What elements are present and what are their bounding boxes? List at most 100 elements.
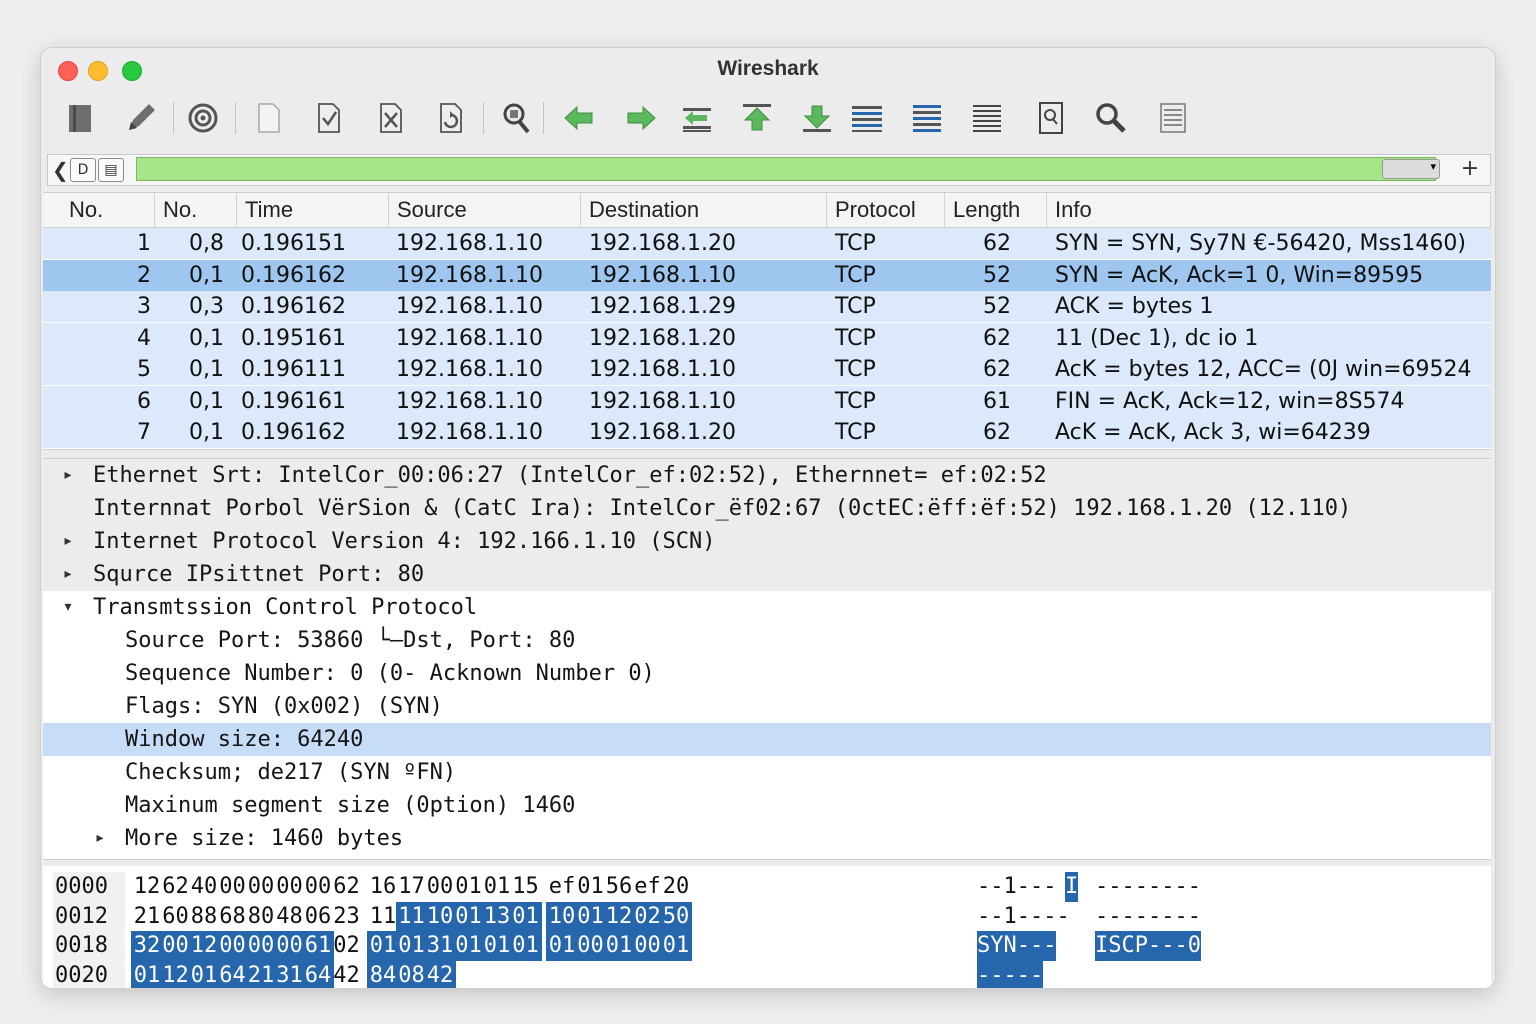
detail-row[interactable]: ▾ Transmtssion Control Protocol bbox=[43, 591, 1491, 624]
ascii-text[interactable]: -------- bbox=[1095, 902, 1201, 932]
ascii-text[interactable]: I bbox=[1065, 872, 1079, 902]
ascii-text[interactable]: --1--- bbox=[977, 872, 1056, 902]
hex-byte[interactable]: 01 bbox=[481, 931, 513, 961]
reload-icon[interactable] bbox=[431, 98, 471, 138]
hex-byte[interactable]: 12 bbox=[159, 960, 192, 988]
hex-byte[interactable]: ef bbox=[632, 872, 664, 902]
packet-row[interactable]: 4 0,1 0.195161 192.168.1.10 192.168.1.20 TCP 6… bbox=[43, 322, 1491, 354]
hex-byte[interactable]: 42 bbox=[331, 961, 363, 989]
hex-byte[interactable]: 60 bbox=[160, 902, 192, 932]
hex-byte[interactable]: 01 bbox=[481, 872, 513, 902]
packet-row[interactable]: 7 0,1 0.196162 192.168.1.10 192.168.1.20 TCP 6… bbox=[43, 417, 1491, 448]
hex-byte[interactable]: 21 bbox=[245, 960, 277, 988]
hex-byte[interactable]: 84 bbox=[367, 960, 399, 988]
hex-byte[interactable]: 06 bbox=[302, 902, 334, 932]
expanded-triangle-icon[interactable]: ▾ bbox=[59, 591, 77, 624]
save-icon[interactable] bbox=[309, 98, 349, 138]
packet-row[interactable]: 3 0,3 0.196162 192.168.1.10 192.168.1.29 TCP 5… bbox=[43, 291, 1491, 322]
hex-byte[interactable]: 00 bbox=[574, 931, 607, 961]
hex-byte[interactable]: 32 bbox=[131, 931, 163, 961]
column-header[interactable]: Info bbox=[1047, 193, 1491, 227]
column-header[interactable]: Protocol bbox=[827, 193, 945, 227]
capture-target-icon[interactable] bbox=[183, 98, 223, 138]
detail-row[interactable]: Checksum; de217 (SYN ºFN) bbox=[43, 756, 1491, 789]
detail-row[interactable]: Internnat Porbol VërSion & (CatC Ira): I… bbox=[43, 492, 1491, 525]
hex-byte[interactable]: 56 bbox=[603, 872, 635, 902]
column-header[interactable]: Destination bbox=[581, 193, 827, 227]
packet-row[interactable]: 2 0,1 0.196162 192.168.1.10 192.168.1.10 TCP 5… bbox=[43, 259, 1491, 291]
collapsed-triangle-icon[interactable]: ▸ bbox=[59, 459, 77, 492]
hex-byte[interactable]: 31 bbox=[424, 931, 456, 961]
hex-byte[interactable]: ef bbox=[546, 872, 578, 902]
hex-byte[interactable]: 48 bbox=[274, 902, 306, 932]
resize-columns-icon[interactable] bbox=[967, 98, 1007, 138]
hex-byte[interactable]: 01 bbox=[452, 901, 485, 932]
hex-byte[interactable]: 01 bbox=[509, 931, 542, 961]
hex-byte[interactable]: 64 bbox=[216, 960, 249, 988]
column-header[interactable]: No. bbox=[43, 193, 155, 227]
detail-row[interactable]: Source Port: 53860 └—Dst, Port: 80 bbox=[43, 624, 1491, 657]
hex-byte[interactable]: 01 bbox=[509, 901, 542, 932]
packet-row[interactable]: 6 0,1 0.196161 192.168.1.10 192.168.1.10 TCP 6… bbox=[43, 385, 1491, 417]
hex-byte[interactable]: 00 bbox=[159, 931, 192, 961]
detail-row[interactable]: Window size: 64240 bbox=[43, 723, 1491, 756]
hex-byte[interactable]: 00 bbox=[274, 872, 306, 902]
ascii-text[interactable]: ----- bbox=[977, 960, 1044, 988]
hex-byte[interactable]: 00 bbox=[245, 931, 277, 961]
hex-byte[interactable]: 08 bbox=[395, 960, 428, 988]
hex-byte[interactable]: 01 bbox=[188, 960, 220, 988]
hex-row[interactable]: 0020 01 12 01 64 21 31 64 42 84 08 42 ----- bbox=[43, 960, 1491, 989]
hex-byte[interactable]: 50 bbox=[660, 901, 692, 932]
hex-byte[interactable]: 62 bbox=[160, 872, 192, 902]
add-filter-button[interactable]: + bbox=[1456, 156, 1484, 182]
hex-byte[interactable]: 68 bbox=[217, 902, 249, 932]
hex-byte[interactable]: 01 bbox=[367, 931, 399, 961]
hex-byte[interactable]: 00 bbox=[217, 872, 249, 902]
edit-icon[interactable] bbox=[121, 98, 161, 138]
ascii-text[interactable]: --1---- bbox=[977, 902, 1070, 932]
open-file-icon[interactable] bbox=[61, 98, 101, 138]
column-header[interactable]: No. bbox=[155, 193, 237, 227]
hex-byte[interactable]: 11 bbox=[395, 901, 428, 932]
filter-bookmark-button[interactable]: D bbox=[70, 158, 96, 182]
hex-byte[interactable]: 01 bbox=[131, 960, 163, 988]
detail-row[interactable]: ▸ Ethernet Srt: IntelCor_00:06:27 (IntelC… bbox=[43, 459, 1491, 492]
go-to-packet-icon[interactable] bbox=[677, 98, 717, 138]
hex-byte[interactable]: 01 bbox=[575, 872, 607, 902]
collapsed-triangle-icon[interactable]: ▸ bbox=[91, 822, 109, 855]
ascii-text[interactable]: SYN--- bbox=[977, 931, 1057, 961]
packet-row[interactable]: 5 0,1 0.196111 192.168.1.10 192.168.1.10 TCP 6… bbox=[43, 354, 1491, 385]
hex-byte[interactable]: 12 bbox=[131, 872, 163, 902]
hex-byte[interactable]: 88 bbox=[188, 902, 220, 932]
hex-byte[interactable]: 12 bbox=[188, 931, 220, 961]
hex-byte[interactable]: 00 bbox=[424, 872, 456, 902]
detail-row[interactable]: Maxinum segment size (0ption) 1460 bbox=[43, 789, 1491, 822]
ascii-text[interactable]: -------- bbox=[1095, 872, 1201, 902]
hex-byte[interactable]: 00 bbox=[273, 931, 306, 961]
hex-byte[interactable]: 01 bbox=[603, 931, 635, 961]
hex-byte[interactable]: 01 bbox=[452, 931, 485, 961]
hex-byte[interactable]: 20 bbox=[660, 872, 692, 902]
hex-byte[interactable]: 42 bbox=[424, 960, 456, 988]
first-packet-icon[interactable] bbox=[737, 98, 777, 138]
hex-byte[interactable]: 62 bbox=[331, 872, 363, 902]
detail-row[interactable]: Flags: SYN (0x002) (SYN) bbox=[43, 690, 1491, 723]
detail-row[interactable]: ▸ Internet Protocol Version 4: 192.166.1.… bbox=[43, 525, 1491, 558]
hex-byte[interactable]: 11 bbox=[367, 902, 399, 932]
go-forward-icon[interactable] bbox=[621, 98, 661, 138]
hex-byte[interactable]: 10 bbox=[546, 901, 578, 932]
filter-dropdown-button[interactable]: ▾ bbox=[1382, 159, 1440, 179]
hex-byte[interactable]: 31 bbox=[273, 960, 306, 988]
display-filter-input[interactable] bbox=[136, 157, 1436, 181]
hex-byte[interactable]: 15 bbox=[510, 872, 542, 902]
hex-byte[interactable]: 40 bbox=[188, 872, 220, 902]
hex-byte[interactable]: 64 bbox=[302, 960, 334, 988]
hex-row[interactable]: 0000 12 62 40 00 00 00 00 62 16 17 00 01 01 15 ef 01 56 ef… bbox=[43, 872, 1491, 902]
column-header[interactable]: Source bbox=[389, 193, 581, 227]
last-packet-icon[interactable] bbox=[797, 98, 837, 138]
hex-byte[interactable]: 01 bbox=[660, 931, 692, 961]
ascii-text[interactable]: ISCP---0 bbox=[1095, 931, 1201, 961]
collapsed-triangle-icon[interactable]: ▸ bbox=[59, 558, 77, 591]
detail-row[interactable]: ▸ Squrce IPsittnet Port: 80 bbox=[43, 558, 1491, 591]
hex-byte[interactable]: 80 bbox=[245, 902, 277, 932]
